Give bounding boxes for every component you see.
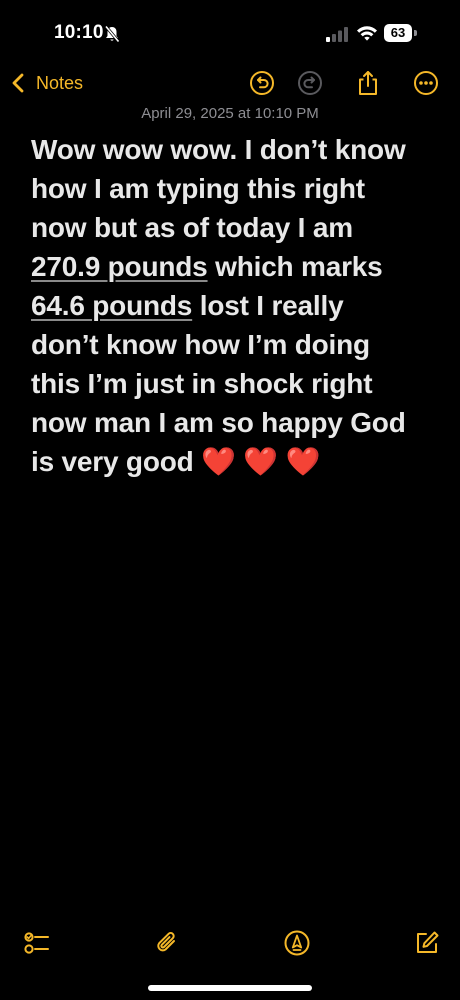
compose-icon[interactable] [413, 929, 441, 957]
nav-bar: Notes [0, 62, 460, 102]
note-line: 64.6 pounds lost I really [31, 286, 441, 325]
note-line: 270.9 pounds which marks [31, 247, 441, 286]
home-indicator[interactable] [148, 985, 312, 991]
weight-lost-link[interactable]: 64.6 pounds [31, 290, 192, 321]
note-line: this I’m just in shock right [31, 368, 373, 399]
cellular-signal-icon [326, 26, 350, 42]
battery-level: 63 [384, 24, 412, 42]
note-line: Wow wow wow. I don’t know [31, 134, 406, 165]
status-bar: 10:10 63 [0, 0, 460, 60]
more-icon[interactable] [413, 70, 439, 96]
heart-emojis: ❤️ ❤️ ❤️ [201, 446, 321, 477]
wifi-icon [356, 24, 378, 42]
status-time: 10:10 [54, 22, 104, 43]
markup-icon[interactable] [283, 929, 311, 957]
undo-icon[interactable] [249, 70, 275, 96]
bottom-toolbar [0, 925, 460, 961]
bell-slash-icon [104, 25, 120, 43]
chevron-left-icon [12, 73, 24, 93]
note-date: April 29, 2025 at 10:10 PM [141, 105, 319, 122]
back-label: Notes [36, 72, 84, 93]
note-text: lost I really [192, 290, 344, 321]
note-text: which marks [207, 251, 383, 282]
note-line: how I am typing this right [31, 173, 365, 204]
share-icon[interactable] [355, 70, 381, 96]
battery-icon: 63 [384, 24, 417, 42]
weight-link[interactable]: 270.9 pounds [31, 251, 208, 282]
note-text: is very good [31, 446, 202, 477]
note-line: now but as of today I am [31, 212, 353, 243]
note-line: is very good ❤️ ❤️ ❤️ [31, 442, 441, 481]
attachment-icon[interactable] [153, 929, 181, 957]
note-body[interactable]: Wow wow wow. I don’t know how I am typin… [31, 130, 441, 481]
note-line: now man I am so happy God [31, 407, 406, 438]
redo-icon[interactable] [297, 70, 323, 96]
battery-cap [414, 30, 417, 36]
back-button[interactable]: Notes [10, 68, 83, 98]
note-line: don’t know how I’m doing [31, 329, 370, 360]
checklist-icon[interactable] [22, 929, 50, 957]
